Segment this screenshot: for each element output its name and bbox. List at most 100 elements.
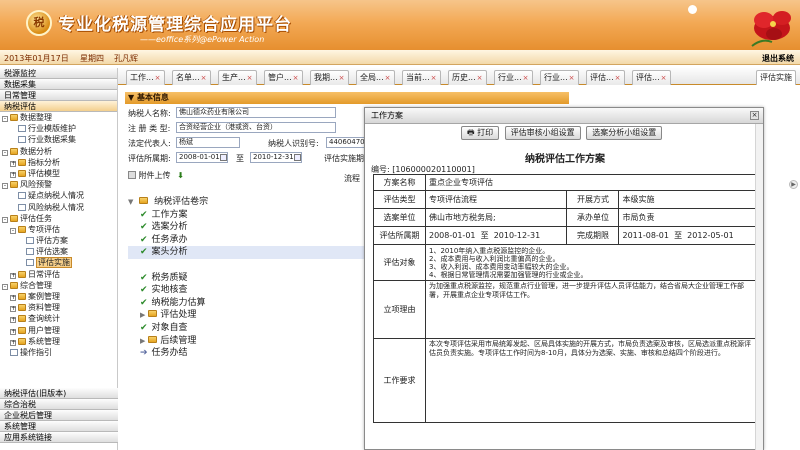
expand-icon[interactable]: ▶ [140,337,145,345]
nav-tree-item[interactable]: + 查询统计 [0,313,117,324]
nav-tree-item[interactable]: 评估选案 [0,246,117,257]
close-tab-icon[interactable]: × [477,74,483,82]
nav-tree-item[interactable]: 疑点纳税人情况 [0,190,117,201]
expand-right-icon[interactable]: ▶ [789,180,798,189]
download-arrow-icon[interactable]: ⬇ [177,171,184,180]
reg-type-field[interactable]: 合资经营企业（港或资、台资） [176,122,336,133]
tab[interactable]: 管户...× [264,70,303,85]
expand-icon[interactable]: + [10,295,16,301]
selection-group-setup-button[interactable]: 选案分析小组设置 [586,126,663,140]
expand-icon[interactable]: ▶ [140,311,145,319]
nav-tree-item[interactable]: 操作指引 [0,347,117,358]
close-tab-icon[interactable]: × [661,74,667,82]
expand-icon[interactable]: + [10,339,16,346]
check-icon: ✔ [140,247,148,258]
basic-info-header[interactable]: ▼ 基本信息 [125,92,569,104]
dialog-scrollbar[interactable] [755,124,763,450]
tab-label: 工作... [130,73,154,82]
upload-attachment-button[interactable]: 附件上传 [139,171,171,180]
legal-rep-field[interactable]: 杨斌 [176,137,240,148]
nav-tree-item[interactable]: 行业数据采集 [0,134,117,145]
tab[interactable]: 评估...× [632,70,671,85]
tab[interactable]: 全局...× [356,70,395,85]
nav-section[interactable]: 纳税评估 [0,101,117,112]
nav-tree-item[interactable]: 行业模版维护 [0,123,117,134]
close-tab-icon[interactable]: × [155,74,161,82]
taxpayer-id-field[interactable]: 440604707955 [326,137,366,148]
collapse-icon[interactable]: - [2,283,8,290]
logout-link[interactable]: 退出系统 [762,53,794,64]
folder-icon [148,335,158,343]
nav-section[interactable]: 日常管理 [0,90,117,101]
nav-tree-item[interactable]: + 日常评估 [0,269,117,280]
tab[interactable]: 行业...× [494,70,533,85]
reason-value: 为加强重点税源监控，规范重点行业管理，进一步提升评估人员评估能力，结合省局大企业… [425,280,761,339]
nav-tree-item[interactable]: + 系统管理 [0,336,117,347]
expand-icon[interactable]: + [10,171,16,178]
close-tab-icon[interactable]: × [615,74,621,82]
close-tab-icon[interactable]: × [569,74,575,82]
process-step-label: 工作方案 [151,209,188,220]
nav-tree-item[interactable]: + 用户管理 [0,325,117,336]
expand-icon[interactable]: + [10,160,16,167]
expand-icon[interactable]: + [10,272,16,279]
settings-icon[interactable] [688,5,697,14]
nav-tree-item[interactable]: + 评估模型 [0,168,117,179]
tab[interactable]: 当前...× [402,70,441,85]
nav-tree-item[interactable]: + 案例管理 [0,291,117,302]
print-button[interactable]: 🖶 打印 [461,126,500,140]
nav-section[interactable]: 应用系统链接 [0,432,118,443]
tab[interactable]: 名单...× [172,70,211,85]
nav-section[interactable]: 企业税后管理 [0,410,118,421]
nav-tree-item[interactable]: - 综合管理 [0,280,117,291]
nav-tree-item[interactable]: - 风险预警 [0,179,117,190]
document-icon [18,203,26,211]
tab[interactable]: 评估...× [586,70,625,85]
expand-icon[interactable]: + [10,328,16,335]
nav-tree-item[interactable]: - 评估任务 [0,213,117,224]
nav-tree-item[interactable]: + 资料管理 [0,302,117,313]
nav-tree-item[interactable]: 评估方案 [0,235,117,246]
nav-section[interactable]: 系统管理 [0,421,118,432]
taxpayer-name-field[interactable]: 佛山德众药业有限公司 [176,107,336,118]
collapse-icon[interactable]: - [2,116,8,122]
process-step-label: 任务承办 [151,234,188,245]
tab[interactable]: 历史...× [448,70,487,85]
collapse-icon[interactable]: - [2,216,8,223]
nav-tree-item[interactable]: 评估实施 [0,257,117,269]
close-tab-icon[interactable]: × [247,74,253,82]
tab[interactable]: 工作...× [126,70,165,85]
calendar-icon[interactable] [294,154,301,161]
nav-section[interactable]: 综合治税 [0,399,118,410]
close-tab-icon[interactable]: × [293,74,299,82]
nav-tree-item[interactable]: - 数据整理 [0,112,117,123]
expand-icon[interactable]: + [10,306,16,313]
collapse-icon[interactable]: - [10,227,16,234]
close-tab-icon[interactable]: × [385,74,391,82]
audit-group-setup-button[interactable]: 评估审核小组设置 [504,126,581,140]
close-tab-icon[interactable]: × [431,74,437,82]
close-tab-icon[interactable]: × [339,74,345,82]
nav-tree-item[interactable]: + 指标分析 [0,157,117,168]
tab[interactable]: 生产...× [218,70,257,85]
nav-tree-item[interactable]: - 数据分析 [0,146,117,157]
nav-section[interactable]: 纳税评估(旧版本) [0,388,118,399]
close-tab-icon[interactable]: × [201,74,207,82]
folder-icon [10,114,18,121]
collapse-icon[interactable]: ▼ [128,198,133,206]
collapse-icon[interactable]: - [2,149,8,156]
calendar-icon[interactable] [220,154,227,161]
expand-icon[interactable]: + [10,317,16,324]
nav-section[interactable]: 税源监控 [0,68,117,79]
tab[interactable]: 我期...× [310,70,349,85]
close-tab-icon[interactable]: × [523,74,529,82]
nav-section[interactable]: 数据采集 [0,79,117,90]
nav-tree-item[interactable]: 风险纳税人情况 [0,202,117,213]
collapse-icon[interactable]: - [2,183,8,190]
nav-tree-item[interactable]: - 专项评估 [0,224,117,235]
dialog-title[interactable]: 工作方案 [365,108,763,124]
tab-label: 全局... [360,73,384,82]
tab[interactable]: 行业...× [540,70,579,85]
tab[interactable]: 评估实施 [756,70,796,85]
close-icon[interactable]: × [750,111,759,120]
